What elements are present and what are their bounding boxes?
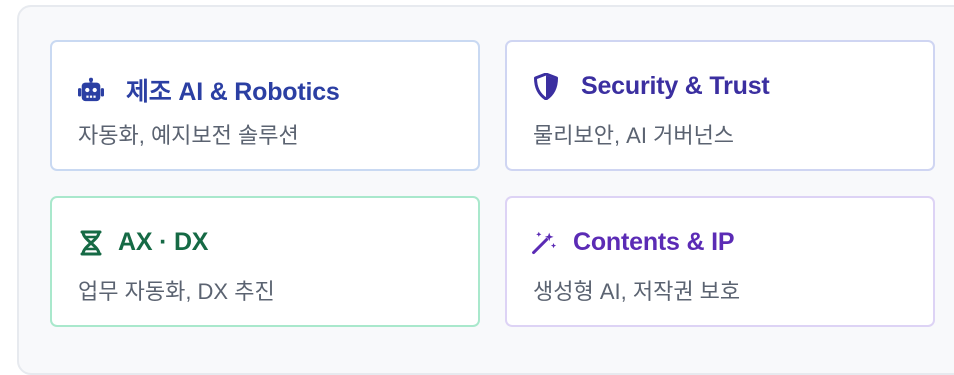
card-description: 업무 자동화, DX 추진 [78, 279, 275, 304]
category-card-ax-dx[interactable]: AX · DX 업무 자동화, DX 추진 [50, 196, 480, 327]
card-title-text: 제조 AI & Robotics [126, 78, 340, 106]
card-description: 물리보안, AI 거버넌스 [533, 123, 735, 148]
category-card-manufacturing-ai[interactable]: 제조 AI & Robotics 자동화, 예지보전 솔루션 [50, 40, 480, 171]
dna-icon [78, 230, 104, 256]
category-card-contents-ip[interactable]: Contents & IP 생성형 AI, 저작권 보호 [505, 196, 935, 327]
card-title-text: AX · DX [118, 228, 209, 256]
card-title: 제조 AI & Robotics [78, 72, 340, 108]
magic-wand-icon [531, 230, 557, 256]
card-title: Contents & IP [531, 228, 734, 257]
card-description: 자동화, 예지보전 솔루션 [78, 123, 299, 148]
card-description: 생성형 AI, 저작권 보호 [533, 279, 741, 304]
robot-icon [78, 77, 104, 103]
card-title-text: Contents & IP [573, 228, 735, 256]
card-title-text: Security & Trust [581, 72, 770, 100]
card-title: Security & Trust [533, 72, 770, 101]
category-card-security-trust[interactable]: Security & Trust 물리보안, AI 거버넌스 [505, 40, 935, 171]
card-title: AX · DX [78, 228, 208, 257]
shield-icon [533, 73, 559, 100]
